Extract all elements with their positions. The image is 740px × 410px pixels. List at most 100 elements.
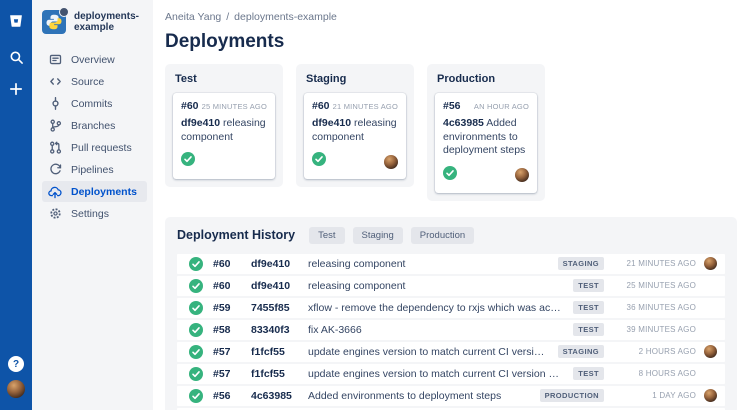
avatar — [704, 345, 717, 358]
deployment-time: 1 DAY AGO — [604, 391, 696, 400]
breadcrumb-repo[interactable]: deployments-example — [234, 11, 337, 23]
sidebar-item-deployments[interactable]: Deployments — [42, 181, 147, 202]
search-icon[interactable] — [6, 47, 26, 67]
success-status-icon — [189, 345, 213, 359]
commit-hash: df9e410 — [312, 117, 351, 129]
environment-deployment-card[interactable]: #60 21 MINUTES AGO df9e410 releasing com… — [304, 93, 406, 179]
nav-label: Branches — [71, 120, 115, 132]
commit-hash: 7455f85 — [251, 302, 308, 314]
deployment-number: #60 — [312, 100, 330, 112]
sidebar-item-settings[interactable]: Settings — [42, 203, 147, 224]
commit-hash: 4c63985 — [443, 117, 484, 129]
success-status-icon — [189, 367, 213, 381]
nav-label: Deployments — [71, 186, 137, 198]
environment-name: Production — [437, 73, 537, 85]
deployment-number: #57 — [213, 368, 251, 380]
global-nav-bar: ? — [0, 0, 32, 410]
create-icon[interactable] — [6, 79, 26, 99]
success-status-icon — [189, 323, 213, 337]
environment-deployment-card[interactable]: #56 AN HOUR AGO 4c63985 Added environmen… — [435, 93, 537, 193]
environment-badge: TEST — [573, 323, 604, 336]
environment-badge: TEST — [573, 367, 604, 380]
main-content: Aneita Yang / deployments-example Deploy… — [153, 0, 740, 410]
avatar — [704, 257, 717, 270]
repo-sidebar: deployments-example Overview Source Comm… — [32, 0, 153, 410]
deployment-history-row[interactable]: #56 4c63985 Added environments to deploy… — [177, 386, 725, 406]
breadcrumb: Aneita Yang / deployments-example — [165, 11, 737, 23]
sidebar-item-source[interactable]: Source — [42, 71, 147, 92]
environment-cards: Test #60 25 MINUTES AGO df9e410 releasin… — [165, 64, 737, 201]
deployment-time: 25 MINUTES AGO — [604, 281, 696, 290]
breadcrumb-separator: / — [226, 11, 229, 23]
deployment-history-row[interactable]: #58 83340f3 fix AK-3666 TEST 39 MINUTES … — [177, 320, 725, 340]
history-filter-test[interactable]: Test — [309, 227, 344, 244]
nav-label: Pipelines — [71, 164, 114, 176]
environment-badge: STAGING — [558, 257, 604, 270]
commits-icon — [48, 97, 62, 111]
deployment-time: 36 MINUTES AGO — [604, 303, 696, 312]
repo-name: deployments-example — [74, 11, 147, 33]
deployment-time: 2 HOURS AGO — [604, 347, 696, 356]
environment-name: Staging — [306, 73, 406, 85]
sidebar-item-overview[interactable]: Overview — [42, 49, 147, 70]
environment-card-test: Test #60 25 MINUTES AGO df9e410 releasin… — [165, 64, 283, 187]
commit-summary: df9e410 releasing component — [312, 117, 398, 144]
history-filter-production[interactable]: Production — [411, 227, 474, 244]
success-status-icon — [189, 301, 213, 315]
commit-message: releasing component — [308, 280, 573, 292]
history-filters: Test Staging Production — [309, 227, 474, 244]
help-icon[interactable]: ? — [8, 356, 24, 372]
deployment-history-row[interactable]: #57 f1fcf55 update engines version to ma… — [177, 342, 725, 362]
commit-hash: 4c63985 — [251, 390, 308, 402]
pull-requests-icon — [48, 141, 62, 155]
deployment-number: #57 — [213, 346, 251, 358]
commit-hash: f1fcf55 — [251, 368, 308, 380]
environment-badge: STAGING — [558, 345, 604, 358]
repo-header[interactable]: deployments-example — [42, 10, 147, 34]
deployment-time: 21 MINUTES AGO — [333, 102, 398, 111]
deployment-history-row[interactable]: #57 f1fcf55 update engines version to ma… — [177, 364, 725, 384]
commit-hash: f1fcf55 — [251, 346, 308, 358]
environment-deployment-card[interactable]: #60 25 MINUTES AGO df9e410 releasing com… — [173, 93, 275, 179]
success-status-icon — [443, 166, 457, 185]
nav-label: Overview — [71, 54, 115, 66]
sidebar-item-pull-requests[interactable]: Pull requests — [42, 137, 147, 158]
deployment-history-row[interactable]: #60 df9e410 releasing component STAGING … — [177, 254, 725, 274]
breadcrumb-owner[interactable]: Aneita Yang — [165, 11, 221, 23]
overview-icon — [48, 53, 62, 67]
history-filter-staging[interactable]: Staging — [353, 227, 403, 244]
commit-message: xflow - remove the dependency to rxjs wh… — [308, 302, 573, 314]
deployment-time: 21 MINUTES AGO — [604, 259, 696, 268]
environment-badge: TEST — [573, 301, 604, 314]
deployment-number: #58 — [213, 324, 251, 336]
deployment-history-panel: Deployment History TestStagingProduction… — [165, 217, 737, 410]
success-status-icon — [181, 152, 195, 171]
commit-hash: df9e410 — [181, 117, 220, 129]
success-status-icon — [312, 152, 326, 171]
avatar — [384, 155, 398, 169]
nav-label: Source — [71, 76, 104, 88]
repo-nav: Overview Source Commits Branches Pull re… — [42, 49, 147, 224]
commit-hash: 83340f3 — [251, 324, 308, 336]
avatar — [704, 389, 717, 402]
commit-summary: 4c63985 Added environments to deployment… — [443, 117, 529, 158]
environment-badge: TEST — [573, 279, 604, 292]
commit-message: Added environments to deployment steps — [308, 390, 540, 402]
deployment-number: #56 — [213, 390, 251, 402]
sidebar-item-branches[interactable]: Branches — [42, 115, 147, 136]
repo-avatar — [42, 10, 66, 34]
deployment-time: 39 MINUTES AGO — [604, 325, 696, 334]
environment-card-production: Production #56 AN HOUR AGO 4c63985 Added… — [427, 64, 545, 201]
deployment-history-row[interactable]: #60 df9e410 releasing component TEST 25 … — [177, 276, 725, 296]
sidebar-item-commits[interactable]: Commits — [42, 93, 147, 114]
commit-message: update engines version to match current … — [308, 346, 558, 358]
repo-badge-icon — [59, 7, 69, 17]
profile-avatar[interactable] — [7, 380, 25, 398]
sidebar-item-pipelines[interactable]: Pipelines — [42, 159, 147, 180]
commit-hash: df9e410 — [251, 258, 308, 270]
commit-summary: df9e410 releasing component — [181, 117, 267, 144]
deployment-number: #59 — [213, 302, 251, 314]
bitbucket-logo[interactable] — [6, 11, 26, 31]
deployment-history-row[interactable]: #59 7455f85 xflow - remove the dependenc… — [177, 298, 725, 318]
success-status-icon — [189, 257, 213, 271]
